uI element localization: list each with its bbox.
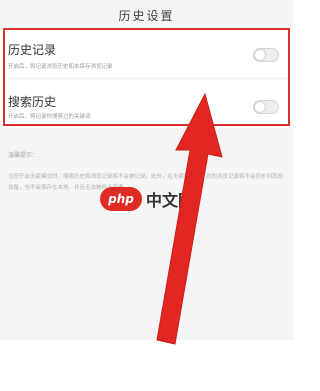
annotation-arrow: [156, 92, 223, 345]
arrow-shape: [156, 92, 223, 345]
